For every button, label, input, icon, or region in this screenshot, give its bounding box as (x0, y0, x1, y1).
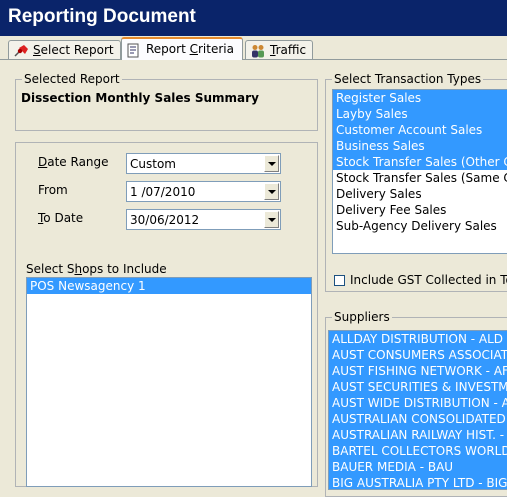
tab-report-criteria[interactable]: Report Criteria (121, 37, 243, 60)
include-gst-checkbox[interactable] (334, 275, 345, 286)
transaction-types-legend: Select Transaction Types (332, 72, 484, 86)
shops-listbox[interactable]: POS Newsagency 1 (26, 277, 312, 487)
tab-traffic[interactable]: Traffic (245, 40, 313, 59)
selected-report-legend: Selected Report (22, 72, 122, 86)
include-gst-label: Include GST Collected in To (350, 273, 507, 287)
criteria-group: Date Range Custom From 1 /07/2010 To Dat… (15, 142, 318, 487)
list-item[interactable]: AUST SECURITIES & INVESTM (329, 379, 507, 395)
chevron-down-icon[interactable] (264, 211, 279, 228)
transaction-types-group: Select Transaction Types Register Sales … (325, 72, 507, 292)
suppliers-legend: Suppliers (332, 310, 392, 324)
title-bar: Reporting Document (0, 0, 507, 36)
chevron-down-icon[interactable] (264, 183, 279, 200)
pin-icon (14, 45, 28, 57)
window-title: Reporting Document (8, 6, 196, 27)
transaction-types-listbox[interactable]: Register Sales Layby Sales Customer Acco… (332, 89, 507, 254)
list-item[interactable]: AUSTRALIAN RAILWAY HIST. - (329, 427, 507, 443)
to-date-label: To Date (38, 211, 84, 225)
list-item[interactable]: Delivery Sales (333, 186, 507, 202)
tab-label: Traffic (270, 43, 307, 57)
to-date-picker[interactable]: 30/06/2012 (126, 209, 281, 230)
suppliers-listbox[interactable]: ALLDAY DISTRIBUTION - ALD AUST CONSUMERS… (328, 330, 507, 490)
tab-label: Select Report (33, 43, 114, 57)
list-item[interactable]: Layby Sales (333, 106, 507, 122)
from-label: From (38, 183, 68, 197)
list-item[interactable]: POS Newsagency 1 (27, 278, 311, 294)
list-item[interactable]: Business Sales (333, 138, 507, 154)
tab-select-report[interactable]: Select Report (8, 40, 121, 59)
list-item[interactable]: Stock Transfer Sales (Same C (333, 170, 507, 186)
list-item[interactable]: BARTEL COLLECTORS WORLD (329, 443, 507, 459)
report-icon (127, 43, 139, 58)
tab-strip: Select Report Report Criteria Traffic (0, 36, 507, 60)
list-item[interactable]: Sub-Agency Delivery Sales (333, 218, 507, 234)
date-range-label: Date Range (38, 155, 109, 169)
list-item[interactable]: Delivery Fee Sales (333, 202, 507, 218)
list-item[interactable]: AUST CONSUMERS ASSOCIAT (329, 347, 507, 363)
list-item[interactable]: AUST FISHING NETWORK - AF (329, 363, 507, 379)
list-item[interactable]: ALLDAY DISTRIBUTION - ALD (329, 331, 507, 347)
list-item[interactable]: Customer Account Sales (333, 122, 507, 138)
tab-label: Report Criteria (146, 42, 234, 56)
list-item[interactable]: BAUER MEDIA - BAU (329, 459, 507, 475)
from-date-picker[interactable]: 1 /07/2010 (126, 181, 281, 202)
selected-report-group: Selected Report Dissection Monthly Sales… (15, 72, 318, 131)
list-item[interactable]: AUSTRALIAN CONSOLIDATED P (329, 411, 507, 427)
list-item[interactable]: Register Sales (333, 90, 507, 106)
people-icon (252, 45, 264, 58)
list-item[interactable]: Stock Transfer Sales (Other C (333, 154, 507, 170)
suppliers-group: Suppliers ALLDAY DISTRIBUTION - ALD AUST… (325, 310, 507, 497)
list-item[interactable]: AUST WIDE DISTRIBUTION - A (329, 395, 507, 411)
report-criteria-panel: Selected Report Dissection Monthly Sales… (0, 59, 507, 497)
date-range-select[interactable]: Custom (126, 153, 281, 174)
shops-label: Select Shops to Include (26, 262, 167, 276)
chevron-down-icon[interactable] (264, 155, 279, 172)
list-item[interactable]: BIG AUSTRALIA PTY LTD - BIG (329, 475, 507, 489)
selected-report-name: Dissection Monthly Sales Summary (21, 91, 259, 105)
